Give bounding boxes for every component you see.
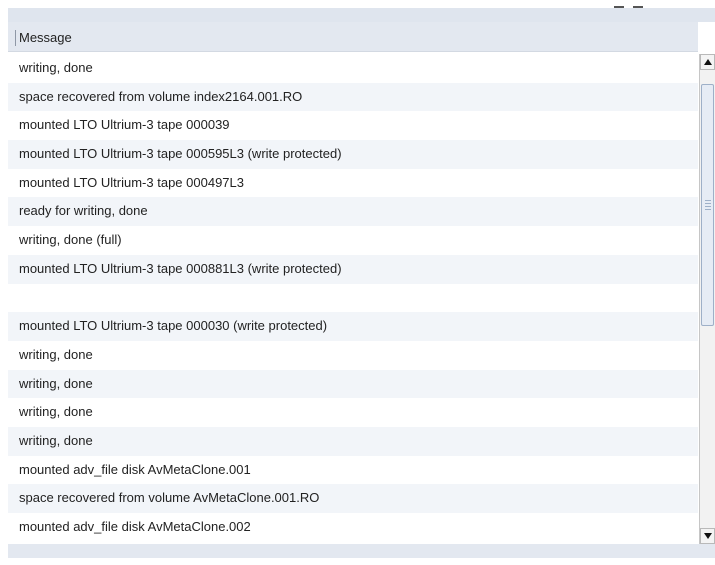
arrow-up-icon [704, 59, 712, 65]
table-row[interactable]: space recovered from volume index2164.00… [8, 82, 698, 112]
vertical-scrollbar[interactable] [699, 54, 715, 544]
table-row[interactable] [8, 283, 698, 313]
bottom-strip [0, 544, 715, 565]
restore-icon[interactable] [633, 6, 643, 8]
table-row[interactable]: mounted LTO Ultrium-3 tape 000881L3 (wri… [8, 254, 698, 284]
minimize-icon[interactable] [614, 6, 624, 8]
grip-line [705, 206, 711, 207]
table-row[interactable]: mounted adv_file disk AvMetaClone.001 [8, 455, 698, 485]
arrow-down-icon [704, 533, 712, 539]
table-row[interactable]: ready for writing, done [8, 197, 698, 227]
table-row[interactable]: mounted LTO Ultrium-3 tape 000595L3 (wri… [8, 140, 698, 169]
toolbar-background [8, 8, 715, 22]
table-row[interactable]: writing, done (full) [8, 226, 698, 255]
table-row[interactable]: writing, done [8, 398, 698, 427]
column-divider[interactable] [15, 30, 16, 46]
scroll-up-button[interactable] [700, 54, 715, 70]
scroll-thumb[interactable] [701, 84, 714, 326]
column-header-message[interactable]: Message [19, 30, 72, 45]
table-row[interactable]: writing, done [8, 340, 698, 370]
table-row[interactable]: writing, done [8, 54, 698, 83]
table-row[interactable]: mounted adv_file disk AvMetaClone.002 [8, 513, 698, 542]
bottom-bar-background [8, 544, 715, 558]
grip-line [705, 209, 711, 210]
table-header: Message [8, 22, 698, 52]
scroll-down-button[interactable] [700, 528, 715, 544]
message-log-window: Message writing, done space recovered fro… [0, 0, 715, 565]
table-row[interactable]: mounted LTO Ultrium-3 tape 000039 [8, 111, 698, 141]
table-row[interactable]: mounted LTO Ultrium-3 tape 000497L3 [8, 168, 698, 198]
table-row[interactable]: writing, done [8, 369, 698, 399]
message-list: writing, done space recovered from volume… [8, 54, 698, 544]
table-row[interactable]: writing, done [8, 426, 698, 456]
table-row[interactable]: mounted LTO Ultrium-3 tape 000030 (write… [8, 312, 698, 341]
top-toolbar-strip [0, 0, 715, 22]
table-row[interactable]: space recovered from volume AvMetaClone.… [8, 484, 698, 513]
grip-line [705, 200, 711, 201]
grip-line [705, 203, 711, 204]
